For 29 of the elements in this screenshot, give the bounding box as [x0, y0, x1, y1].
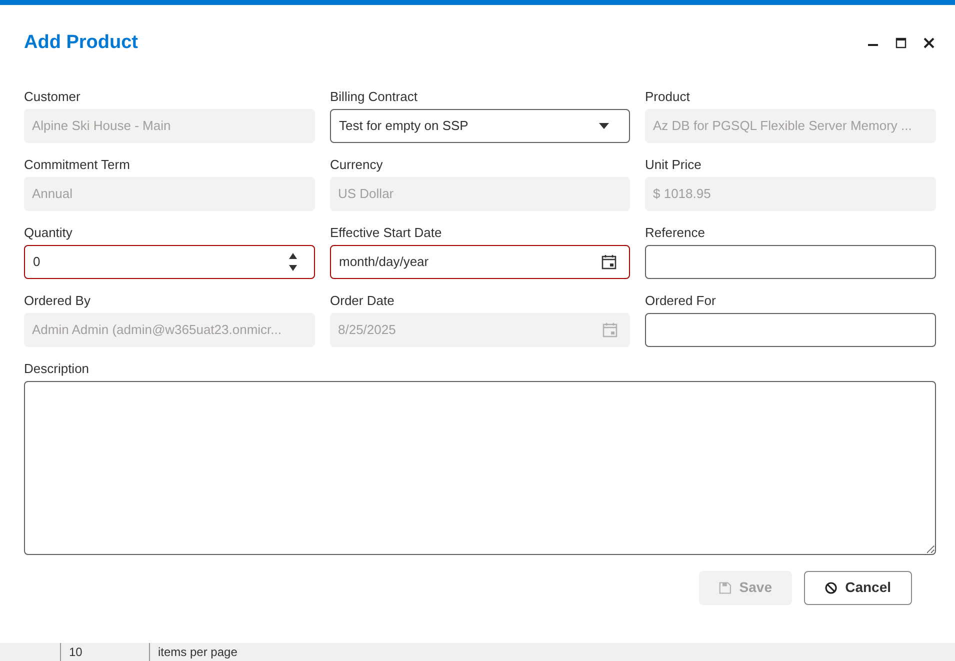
- field-label: Product: [645, 88, 691, 106]
- number-field[interactable]: 0: [24, 244, 315, 278]
- cancel-button[interactable]: Cancel: [804, 570, 912, 604]
- field-label: Customer: [24, 88, 82, 106]
- text-field[interactable]: [645, 312, 936, 346]
- field-label: Ordered For: [645, 292, 717, 310]
- close-icon[interactable]: [923, 37, 935, 50]
- field-label: Description: [24, 360, 90, 378]
- field-label: Effective Start Date: [330, 224, 443, 242]
- field-label: Unit Price: [645, 156, 702, 174]
- field-label: Billing Contract: [330, 88, 418, 106]
- maximize-icon[interactable]: [895, 37, 907, 50]
- cancel-icon: [825, 580, 838, 594]
- calendar-icon[interactable]: [601, 254, 617, 270]
- field-label: Reference: [645, 224, 706, 242]
- field-label: Currency: [330, 156, 384, 174]
- spinner-arrows-icon[interactable]: [288, 250, 298, 272]
- dialog-title: Add Product: [24, 31, 138, 55]
- pager-label: items per page: [158, 644, 238, 661]
- date-field[interactable]: month/day/year: [330, 244, 630, 278]
- dropdown-arrow-icon[interactable]: [599, 122, 609, 128]
- field-label: Quantity: [24, 224, 74, 242]
- dropdown-field[interactable]: Test for empty on SSP: [330, 108, 630, 142]
- field-label: Commitment Term: [24, 156, 131, 174]
- field-label: Order Date: [330, 292, 396, 310]
- description-field[interactable]: [24, 380, 936, 554]
- text-field[interactable]: [645, 244, 936, 278]
- page-size-dropdown[interactable]: 10: [60, 643, 150, 661]
- field-label: Ordered By: [24, 292, 92, 310]
